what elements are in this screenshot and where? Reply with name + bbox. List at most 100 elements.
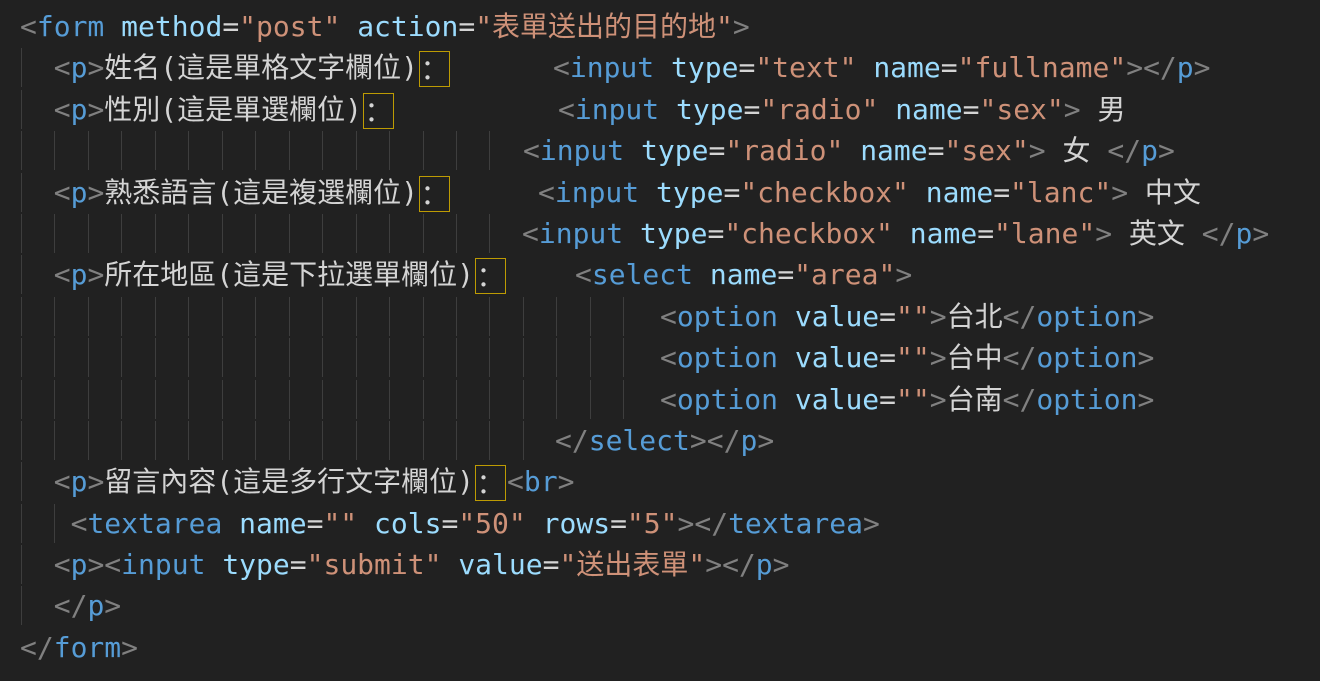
token-attribute: type xyxy=(640,217,707,250)
unicode-highlight-box: ： xyxy=(419,176,450,212)
indent-guide xyxy=(54,214,55,253)
indent-guide xyxy=(389,297,390,336)
code-text: </select></p> xyxy=(555,420,774,461)
indent-guide xyxy=(322,214,323,253)
token-string: "checkbox" xyxy=(724,217,893,250)
indent-guide xyxy=(322,421,323,460)
token-attribute: value xyxy=(795,300,879,333)
indent-guide xyxy=(88,214,89,253)
indent-guide xyxy=(255,380,256,419)
token-tag: select xyxy=(589,424,690,457)
code-line[interactable]: <textarea name="" cols="50" rows="5"></t… xyxy=(0,503,1320,544)
token-tag: p xyxy=(71,548,88,581)
indent-guide xyxy=(88,421,89,460)
code-line[interactable]: <p>性別(這是單選欄位)：<input type="radio" name="… xyxy=(0,89,1320,130)
token-punctuation: < xyxy=(104,548,121,581)
token-tag: option xyxy=(677,341,778,374)
token-punctuation: > xyxy=(690,424,707,457)
indent-guide xyxy=(155,214,156,253)
code-line[interactable]: </form> xyxy=(0,627,1320,668)
token-punctuation: < xyxy=(54,51,71,84)
token-punctuation: > xyxy=(87,51,104,84)
token-whitespace xyxy=(639,176,656,209)
token-text: 性別(這是單選欄位) xyxy=(104,93,362,126)
token-attribute: type xyxy=(671,51,738,84)
code-line[interactable]: <p><input type="submit" value="送出表單"></p… xyxy=(0,544,1320,585)
token-equals: = xyxy=(879,383,896,416)
token-punctuation: > xyxy=(1138,300,1155,333)
indent-guide xyxy=(456,297,457,336)
indent-guide xyxy=(255,421,256,460)
token-tag: option xyxy=(677,383,778,416)
indent-guide xyxy=(255,131,256,170)
indent-guide xyxy=(423,297,424,336)
token-string: "radio" xyxy=(725,134,843,167)
indent-guide xyxy=(121,297,122,336)
unicode-highlight-box: ： xyxy=(363,93,394,129)
token-equals: = xyxy=(458,10,475,43)
code-line[interactable]: <input type="radio" name="sex"> 女 </p> xyxy=(0,130,1320,171)
indent-guide xyxy=(356,214,357,253)
token-text: 英文 xyxy=(1112,217,1202,250)
code-line[interactable]: </p> xyxy=(0,585,1320,626)
indent-guide xyxy=(289,338,290,377)
code-line[interactable]: <p>所在地區(這是下拉選單欄位)： <select name="area"> xyxy=(0,254,1320,295)
token-attribute: method xyxy=(121,10,222,43)
code-text: <p>所在地區(這是下拉選單欄位)： xyxy=(20,254,507,295)
token-punctuation: > xyxy=(1138,383,1155,416)
indent-guide xyxy=(88,338,89,377)
code-line[interactable]: <option value="">台南</option> xyxy=(0,379,1320,420)
token-punctuation: > xyxy=(773,548,790,581)
token-equals: = xyxy=(610,507,627,540)
token-whitespace xyxy=(20,589,54,622)
token-punctuation: < xyxy=(20,10,37,43)
token-punctuation: < xyxy=(507,465,524,498)
indent-guide xyxy=(255,338,256,377)
token-string: "sex" xyxy=(979,93,1063,126)
indent-guide xyxy=(423,338,424,377)
code-line[interactable]: </select></p> xyxy=(0,420,1320,461)
indent-guide xyxy=(590,380,591,419)
indent-guide xyxy=(623,338,624,377)
code-line[interactable]: <p>留言內容(這是多行文字欄位)：<br> xyxy=(0,461,1320,502)
token-punctuation: > xyxy=(930,300,947,333)
indent-guide xyxy=(54,338,55,377)
token-punctuation: </ xyxy=(1107,134,1141,167)
token-tag: p xyxy=(71,258,88,291)
token-whitespace xyxy=(205,548,222,581)
token-tag: input xyxy=(540,134,624,167)
indent-guide xyxy=(356,297,357,336)
code-text: <p>姓名(這是單格文字欄位)： xyxy=(20,47,451,88)
indent-guide xyxy=(155,338,156,377)
code-line[interactable]: <option value="">台北</option> xyxy=(0,296,1320,337)
indent-guide xyxy=(222,297,223,336)
code-text: <select name="area"> xyxy=(575,254,912,295)
indent-guide xyxy=(155,421,156,460)
indent-guide xyxy=(389,421,390,460)
token-punctuation: > xyxy=(87,258,104,291)
token-whitespace xyxy=(222,507,239,540)
indent-guide xyxy=(489,380,490,419)
indent-guide xyxy=(289,131,290,170)
token-punctuation: < xyxy=(660,383,677,416)
code-text: <p>留言內容(這是多行文字欄位)：<br> xyxy=(20,461,574,502)
token-punctuation: > xyxy=(863,507,880,540)
token-equals: = xyxy=(777,258,794,291)
token-whitespace xyxy=(909,176,926,209)
token-punctuation: </ xyxy=(1003,383,1037,416)
code-line[interactable]: <p>姓名(這是單格文字欄位)：<input type="text" name=… xyxy=(0,47,1320,88)
indent-guide xyxy=(255,297,256,336)
token-attribute: name xyxy=(910,217,977,250)
token-punctuation: </ xyxy=(1143,51,1177,84)
indent-guide xyxy=(255,214,256,253)
code-editor[interactable]: <form method="post" action="表單送出的目的地"> <… xyxy=(0,0,1320,681)
code-line[interactable]: <input type="checkbox" name="lane"> 英文 <… xyxy=(0,213,1320,254)
token-punctuation: > xyxy=(87,93,104,126)
token-text: 女 xyxy=(1046,134,1108,167)
code-line[interactable]: <p>熟悉語言(這是複選欄位)：<input type="checkbox" n… xyxy=(0,172,1320,213)
code-line[interactable]: <form method="post" action="表單送出的目的地"> xyxy=(0,6,1320,47)
indent-guide xyxy=(54,504,55,543)
token-punctuation: < xyxy=(660,300,677,333)
code-line[interactable]: <option value="">台中</option> xyxy=(0,337,1320,378)
token-tag: input xyxy=(121,548,205,581)
